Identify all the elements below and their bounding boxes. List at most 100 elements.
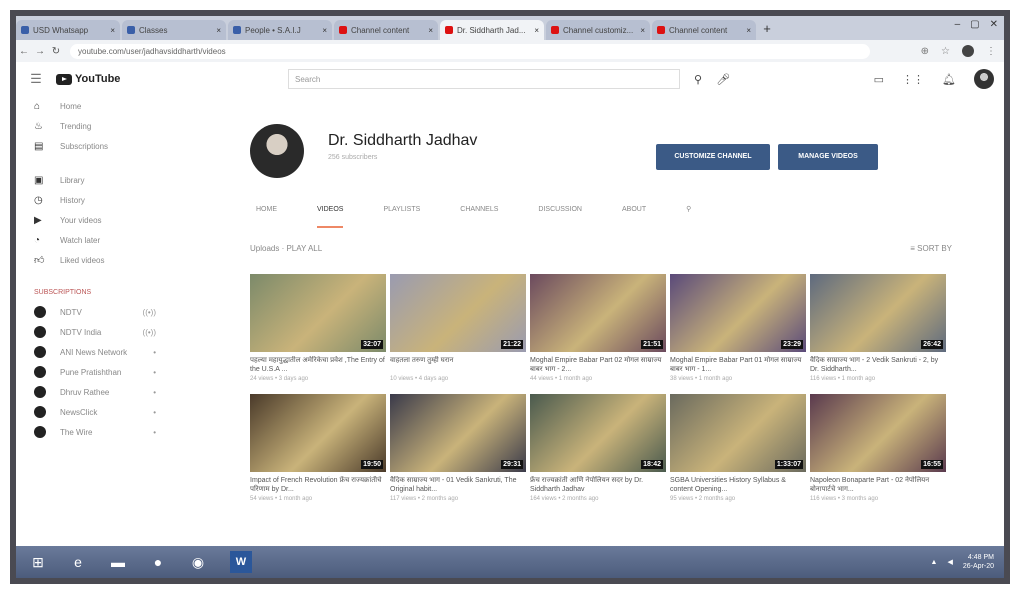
subscription-item[interactable]: NewsClick • (16, 402, 166, 422)
browser-menu-icon[interactable]: ⋮ (986, 46, 996, 57)
tab-home[interactable]: HOME (256, 200, 277, 228)
sidebar-item-watch-later[interactable]: ◔ Watch later (16, 230, 166, 250)
sidebar-item-trending[interactable]: ♨ Trending (16, 116, 166, 136)
browser-tab[interactable]: People • S.A.I.J × (228, 20, 332, 40)
chrome-icon[interactable]: ◉ (180, 549, 216, 575)
tab-close-icon[interactable]: × (216, 26, 221, 35)
url-field[interactable]: youtube.com/user/jadhavsiddharth/videos (70, 43, 870, 59)
video-title[interactable]: Moghal Empire Babar Part 01 मोगल साम्राज… (670, 356, 806, 374)
channel-search-icon[interactable]: ⚲ (686, 200, 691, 228)
video-card[interactable]: 21:51 Moghal Empire Babar Part 02 मोगल सा… (530, 274, 666, 382)
video-title[interactable]: SGBA Universities History Syllabus & con… (670, 476, 806, 494)
video-card[interactable]: 32:07 पहल्या महायुद्धातील अमेरिकेचा प्रवे… (250, 274, 386, 382)
video-thumbnail[interactable]: 26:42 (810, 274, 946, 352)
video-title[interactable]: फ्रेंच राज्यक्रांती आणि नेपोलियन सदर by … (530, 476, 666, 494)
video-card[interactable]: 1:33:07 SGBA Universities History Syllabu… (670, 394, 806, 502)
youtube-logo[interactable]: YouTube (56, 73, 176, 85)
video-thumbnail[interactable]: 1:33:07 (670, 394, 806, 472)
tab-videos[interactable]: VIDEOS (317, 200, 344, 228)
tab-close-icon[interactable]: × (534, 26, 539, 35)
search-icon[interactable]: ⚲ (694, 73, 702, 86)
video-card[interactable]: 23:29 Moghal Empire Babar Part 01 मोगल सा… (670, 274, 806, 382)
network-icon[interactable]: ▲ (931, 559, 938, 566)
video-thumbnail[interactable]: 32:07 (250, 274, 386, 352)
clock[interactable]: 4:48 PM 26-Apr-20 (963, 553, 994, 571)
subscription-item[interactable]: NDTV ((•)) (16, 302, 166, 322)
video-thumbnail[interactable]: 21:22 (390, 274, 526, 352)
video-title[interactable]: Moghal Empire Babar Part 02 मोगल साम्राज… (530, 356, 666, 374)
internet-explorer-icon[interactable]: e (60, 549, 96, 575)
subscription-item[interactable]: Pune Pratishthan • (16, 362, 166, 382)
close-icon[interactable]: ✕ (990, 19, 998, 30)
browser-tab[interactable]: Channel content × (652, 20, 756, 40)
video-thumbnail[interactable]: 16:55 (810, 394, 946, 472)
tab-about[interactable]: ABOUT (622, 200, 646, 228)
maximize-icon[interactable]: ▢ (970, 19, 979, 30)
voice-search-icon[interactable]: 🎤︎ (716, 73, 730, 86)
reload-icon[interactable]: ↻ (48, 46, 64, 57)
channel-avatar[interactable] (250, 124, 304, 178)
media-player-icon[interactable]: ● (140, 549, 176, 575)
video-thumbnail[interactable]: 21:51 (530, 274, 666, 352)
subscription-item[interactable]: Dhruv Rathee • (16, 382, 166, 402)
word-icon[interactable]: W (230, 551, 252, 573)
sidebar-item-home[interactable]: ⌂ Home (16, 96, 166, 116)
manage-videos-button[interactable]: MANAGE VIDEOS (778, 144, 878, 170)
subscription-item[interactable]: ANI News Network • (16, 342, 166, 362)
video-card[interactable]: 26:42 वैदिक साम्राज्य भाग - 2 Vedik Sankr… (810, 274, 946, 382)
tab-close-icon[interactable]: × (322, 26, 327, 35)
create-video-icon[interactable]: ▭ (874, 73, 884, 86)
file-explorer-icon[interactable]: ▬ (100, 549, 136, 575)
zoom-icon[interactable]: ⊕ (921, 46, 929, 57)
notifications-icon[interactable]: 🔔︎ (942, 73, 956, 86)
customize-channel-button[interactable]: CUSTOMIZE CHANNEL (656, 144, 770, 170)
sidebar-item-your-videos[interactable]: ▶ Your videos (16, 210, 166, 230)
tab-channels[interactable]: CHANNELS (460, 200, 498, 228)
account-avatar[interactable] (974, 69, 994, 89)
video-title[interactable]: वाहतला तरुण तुम्ही घरान (390, 356, 526, 374)
video-thumbnail[interactable]: 19:50 (250, 394, 386, 472)
video-title[interactable]: Napoleon Bonaparte Part - 02 नेपोलियन बो… (810, 476, 946, 494)
sort-by-button[interactable]: ≡ SORT BY (910, 244, 952, 253)
sidebar-item-subscriptions[interactable]: ▤ Subscriptions (16, 136, 166, 156)
sidebar-item-library[interactable]: ▣ Library (16, 170, 166, 190)
video-title[interactable]: वैदिक साम्राज्य भाग - 01 Vedik Sankruti,… (390, 476, 526, 494)
sidebar-item-liked-videos[interactable]: 👍︎ Liked videos (16, 250, 166, 270)
subscription-item[interactable]: NDTV India ((•)) (16, 322, 166, 342)
sidebar-item-history[interactable]: ◷ History (16, 190, 166, 210)
browser-profile-icon[interactable] (962, 45, 974, 57)
video-card[interactable]: 29:31 वैदिक साम्राज्य भाग - 01 Vedik Sank… (390, 394, 526, 502)
tab-close-icon[interactable]: × (640, 26, 645, 35)
back-icon[interactable]: ← (16, 46, 32, 57)
video-thumbnail[interactable]: 23:29 (670, 274, 806, 352)
browser-tab[interactable]: Classes × (122, 20, 226, 40)
tab-close-icon[interactable]: × (110, 26, 115, 35)
uploads-label[interactable]: Uploads · PLAY ALL (250, 244, 322, 253)
forward-icon[interactable]: → (32, 46, 48, 57)
new-tab-icon[interactable]: + (758, 20, 776, 40)
search-input[interactable]: Search (288, 69, 680, 89)
video-card[interactable]: 18:42 फ्रेंच राज्यक्रांती आणि नेपोलियन सद… (530, 394, 666, 502)
tab-playlists[interactable]: PLAYLISTS (383, 200, 420, 228)
video-card[interactable]: 19:50 Impact of French Revolution फ्रेंच … (250, 394, 386, 502)
browser-tab[interactable]: USD Whatsapp × (16, 20, 120, 40)
video-thumbnail[interactable]: 18:42 (530, 394, 666, 472)
tab-close-icon[interactable]: × (746, 26, 751, 35)
tab-close-icon[interactable]: × (428, 26, 433, 35)
browser-tab[interactable]: Dr. Siddharth Jad... × (440, 20, 544, 40)
video-card[interactable]: 21:22 वाहतला तरुण तुम्ही घरान 10 views • 4… (390, 274, 526, 382)
subscription-item[interactable]: The Wire • (16, 422, 166, 442)
browser-tab[interactable]: Channel content × (334, 20, 438, 40)
windows-start-icon[interactable]: ⊞ (20, 549, 56, 575)
apps-icon[interactable]: ⋮⋮ (902, 73, 924, 86)
video-thumbnail[interactable]: 29:31 (390, 394, 526, 472)
minimize-icon[interactable]: – (955, 19, 961, 30)
tab-discussion[interactable]: DISCUSSION (538, 200, 582, 228)
video-title[interactable]: पहल्या महायुद्धातील अमेरिकेचा प्रवेश ,Th… (250, 356, 386, 374)
volume-icon[interactable]: ◀ (947, 558, 952, 566)
video-title[interactable]: Impact of French Revolution फ्रेंच राज्य… (250, 476, 386, 494)
menu-icon[interactable]: ☰ (16, 71, 56, 87)
bookmark-star-icon[interactable]: ☆ (941, 46, 950, 57)
browser-tab[interactable]: Channel customiz... × (546, 20, 650, 40)
video-title[interactable]: वैदिक साम्राज्य भाग - 2 Vedik Sankruti -… (810, 356, 946, 374)
